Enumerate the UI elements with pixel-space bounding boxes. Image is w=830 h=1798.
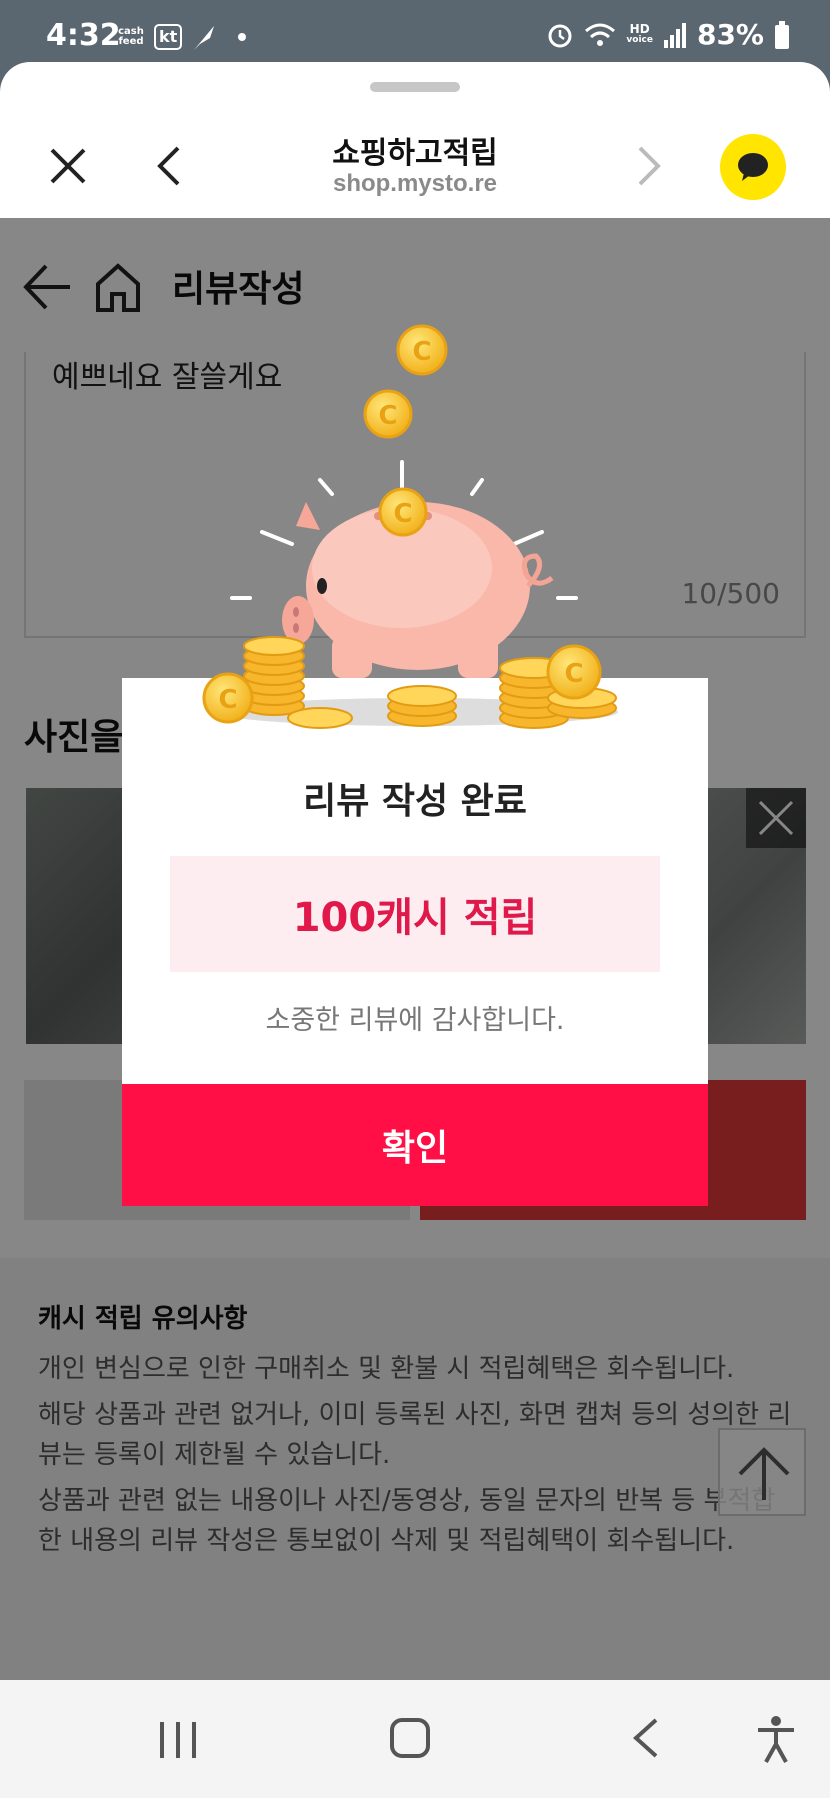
carrier-icon: kt	[154, 24, 183, 50]
dialog-subtitle: 소중한 리뷰에 감사합니다.	[265, 1005, 565, 1036]
signal-icon	[663, 22, 686, 48]
piggy-bank-illustration: C C C C C	[202, 324, 618, 729]
notification-icons: cash feed kt	[116, 22, 247, 52]
review-complete-dialog: 리뷰 작성 완료 100캐시 적립 소중한 리뷰에 감사합니다. 확인	[122, 678, 708, 1206]
svg-text:C: C	[412, 337, 431, 367]
more-notifications-icon	[238, 33, 247, 41]
browser-title: 쇼핑하고적립	[332, 136, 498, 171]
android-nav-bar	[0, 1680, 830, 1798]
system-back-icon[interactable]	[628, 1716, 664, 1760]
coin-icon: C	[546, 644, 602, 700]
svg-text:C: C	[393, 499, 412, 529]
forward-arrow-icon[interactable]	[628, 142, 668, 190]
coin-icon: C	[363, 389, 413, 439]
coin-icon: C	[202, 672, 254, 724]
clock: 4:32	[46, 18, 121, 53]
kakaotalk-button[interactable]	[720, 134, 786, 200]
dialog-title: 리뷰 작성 완료	[303, 781, 527, 822]
battery-percent: 83%	[696, 18, 764, 51]
hd-voice-icon: HD voice	[626, 21, 653, 45]
cashfeed-icon: cash feed	[118, 26, 144, 47]
battery-icon	[775, 20, 789, 49]
svg-text:C: C	[378, 401, 397, 431]
chat-bubble-icon	[738, 153, 768, 181]
home-button-icon[interactable]	[388, 1716, 432, 1760]
sheet-drag-handle[interactable]	[370, 82, 460, 92]
recent-apps-icon[interactable]	[156, 1718, 200, 1762]
coin-icon: C	[378, 487, 428, 537]
feather-icon	[194, 26, 215, 50]
reward-banner: 100캐시 적립	[170, 856, 660, 972]
wifi-icon	[585, 23, 616, 46]
svg-text:C: C	[564, 659, 583, 689]
in-app-browser-header: 쇼핑하고적립 shop.mysto.re	[0, 62, 830, 218]
browser-url: shop.mysto.re	[332, 170, 498, 197]
status-bar: 4:32 cash feed kt HD voice 83%	[0, 0, 830, 66]
svg-text:C: C	[218, 685, 237, 715]
coin-icon: C	[396, 324, 448, 376]
system-icons: HD voice 83%	[546, 18, 790, 51]
confirm-button[interactable]: 확인	[122, 1084, 708, 1206]
accessibility-icon[interactable]	[754, 1714, 798, 1764]
alarm-icon	[548, 24, 572, 47]
